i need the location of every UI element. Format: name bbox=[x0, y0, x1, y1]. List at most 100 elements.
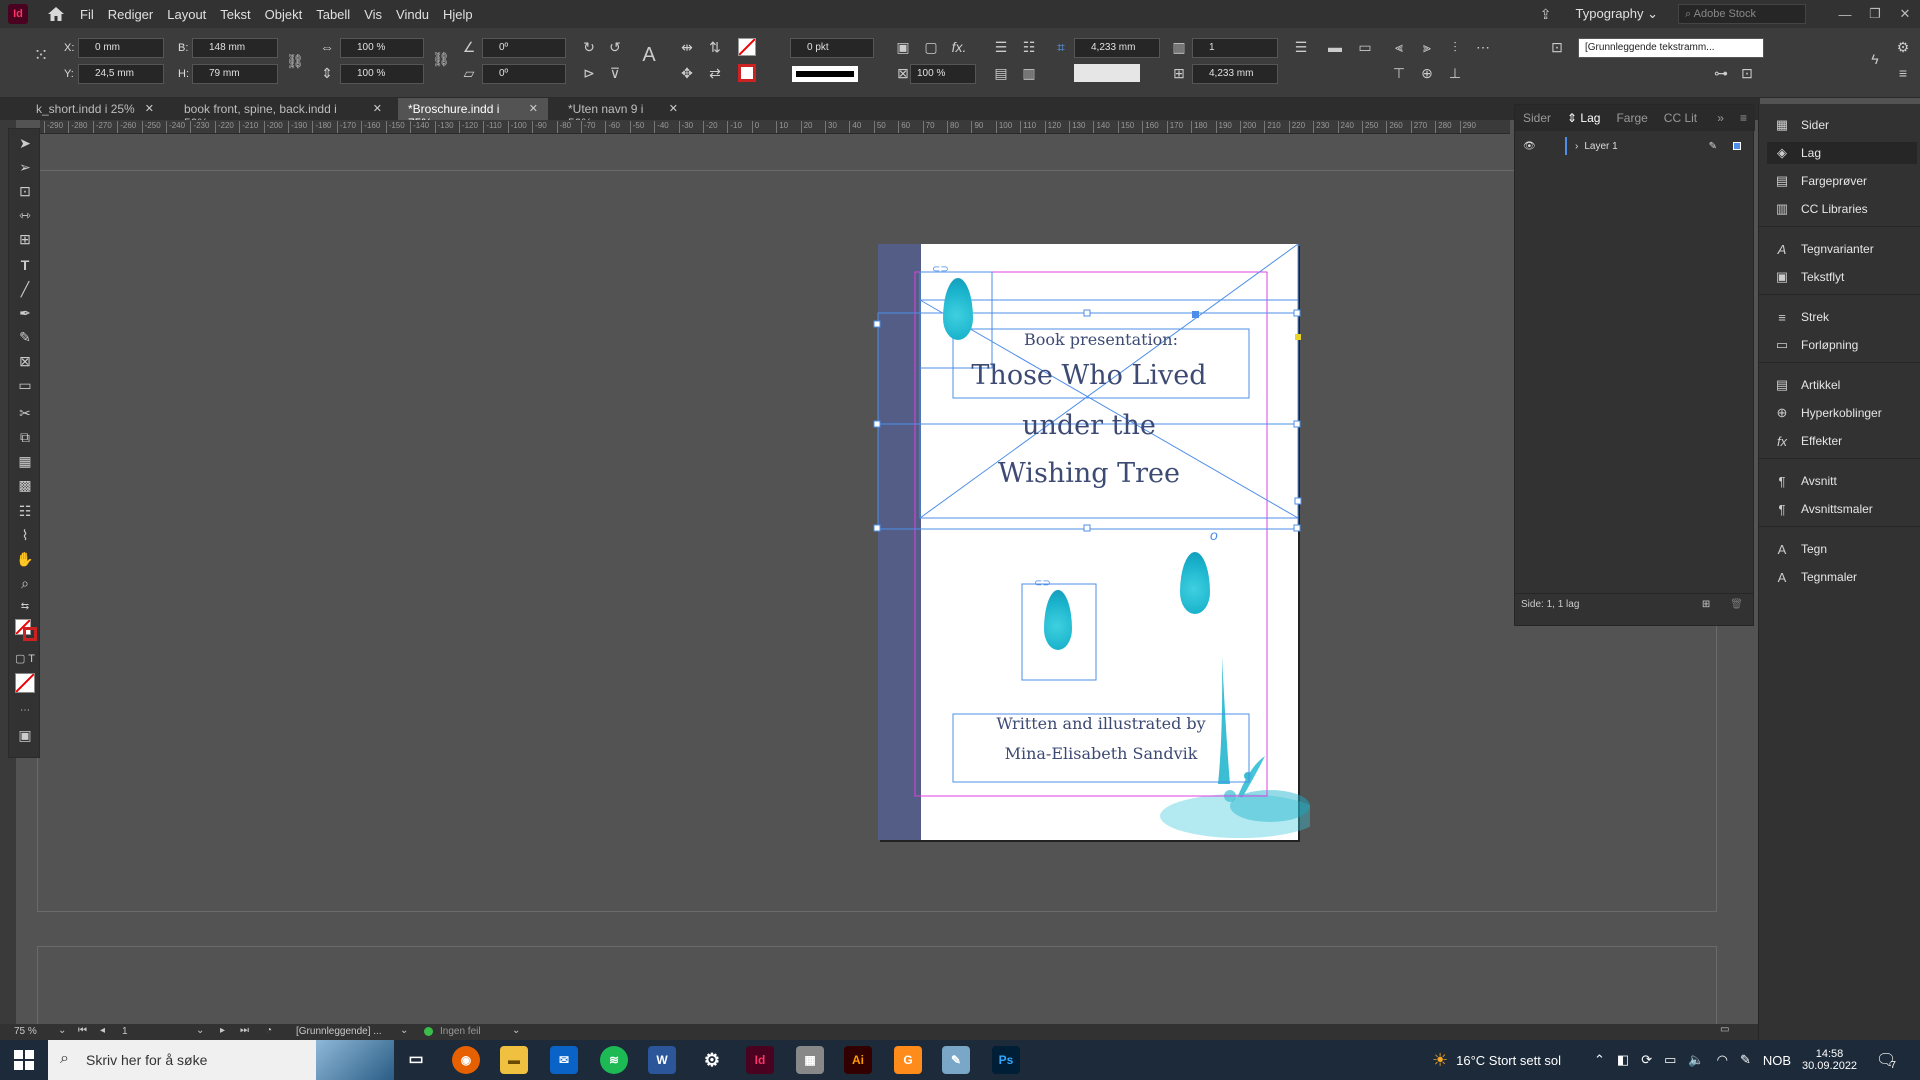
stroke-type-select[interactable] bbox=[792, 66, 858, 82]
dock-tegn[interactable]: A Tegn bbox=[1767, 538, 1917, 560]
gap-tool-icon[interactable]: ⇿ bbox=[15, 205, 35, 225]
chevron-down-icon[interactable]: ⌄ bbox=[400, 1025, 408, 1036]
align-v-centers-icon[interactable]: ⊕ bbox=[1418, 64, 1436, 82]
quick-apply-icon[interactable]: ⊶ bbox=[1712, 64, 1730, 82]
free-transform-tool-icon[interactable]: ⧉ bbox=[15, 427, 35, 447]
frame-fill-preview[interactable] bbox=[1074, 64, 1140, 82]
rectangle-tool-icon[interactable]: ▭ bbox=[15, 375, 35, 395]
fx-icon[interactable]: fx. bbox=[950, 38, 968, 56]
workspace-switcher[interactable]: Typography ⌄ bbox=[1576, 6, 1658, 22]
stroke-swatch[interactable] bbox=[738, 64, 756, 82]
chevron-down-icon[interactable]: ⌄ bbox=[58, 1025, 66, 1036]
gear-icon[interactable]: ⚙ bbox=[1894, 38, 1912, 56]
home-icon[interactable] bbox=[46, 4, 66, 24]
select-content-icon[interactable]: ⇄ bbox=[706, 64, 724, 82]
paint-icon[interactable]: ✎ bbox=[942, 1046, 970, 1074]
x-field[interactable]: 0 mm bbox=[78, 38, 164, 58]
tray-app-icon[interactable]: ◧ bbox=[1617, 1052, 1629, 1068]
menu-tabell[interactable]: Tabell bbox=[316, 7, 350, 22]
layer-row[interactable]: 👁 › Layer 1 ✎ bbox=[1515, 135, 1753, 157]
dock-hyperkoblinger[interactable]: ⊕ Hyperkoblinger bbox=[1767, 402, 1917, 424]
calculator-icon[interactable]: ▦ bbox=[796, 1046, 824, 1074]
height-field[interactable]: 79 mm bbox=[192, 64, 278, 84]
formatting-container-icon[interactable]: ▢ T bbox=[15, 649, 35, 669]
photoshop-icon[interactable]: Ps bbox=[992, 1046, 1020, 1074]
tab-uten-navn[interactable]: *Uten navn 9 i 50% ✕ bbox=[558, 98, 688, 130]
inset-field-1[interactable]: 4,233 mm bbox=[1074, 38, 1160, 58]
menu-layout[interactable]: Layout bbox=[167, 7, 206, 22]
scale-x-field[interactable]: 100 % bbox=[340, 38, 424, 58]
byline-line-2[interactable]: Mina-Elisabeth Sandvik bbox=[953, 744, 1249, 763]
byline-line-1[interactable]: Written and illustrated by bbox=[953, 714, 1249, 733]
chevron-down-icon[interactable]: ⌄ bbox=[196, 1025, 204, 1036]
gradient-swatch-tool-icon[interactable]: ▦ bbox=[15, 451, 35, 471]
rotate-cw-icon[interactable]: ↻ bbox=[580, 38, 598, 56]
apply-none-icon[interactable] bbox=[15, 673, 35, 693]
align-bottom-edges-icon[interactable]: ⊥ bbox=[1446, 64, 1464, 82]
title-line-3[interactable]: Wishing Tree bbox=[921, 458, 1257, 489]
title-line-2[interactable]: under the bbox=[921, 410, 1257, 441]
preflight-status[interactable]: Ingen feil bbox=[440, 1026, 481, 1037]
content-collector-icon[interactable]: ⊞ bbox=[15, 229, 35, 249]
flip-h-icon[interactable]: ⊳ bbox=[580, 64, 598, 82]
tab-broschure[interactable]: *Broschure.indd i 75% ✕ bbox=[398, 98, 548, 130]
screen-mode-dots-icon[interactable]: ⋯ bbox=[15, 701, 35, 721]
text-wrap-alt-icon[interactable]: ▥ bbox=[1020, 64, 1038, 82]
menu-fil[interactable]: Fil bbox=[80, 7, 94, 22]
chevron-right-icon[interactable]: › bbox=[1575, 141, 1578, 152]
direct-selection-tool-icon[interactable]: ➢ bbox=[15, 157, 35, 177]
rectangle-frame-tool-icon[interactable]: ⊠ bbox=[15, 351, 35, 371]
menu-hjelp[interactable]: Hjelp bbox=[443, 7, 473, 22]
maximize-icon[interactable]: ❐ bbox=[1860, 6, 1890, 22]
page-number-field[interactable]: 1 bbox=[122, 1026, 128, 1037]
settings-gear-icon[interactable]: ⚙ bbox=[698, 1046, 726, 1074]
tab-lag[interactable]: ⇕ Lag bbox=[1559, 111, 1608, 125]
adobe-stock-search[interactable]: ⌕ Adobe Stock bbox=[1678, 4, 1806, 24]
gradient-feather-tool-icon[interactable]: ▩ bbox=[15, 475, 35, 495]
split-view-icon[interactable]: ▭ bbox=[1720, 1024, 1729, 1035]
wifi-icon[interactable]: ◠ bbox=[1717, 1052, 1728, 1068]
stroke-top-icon[interactable]: ▬ bbox=[1326, 38, 1344, 56]
fill-stroke-swatch-icon[interactable] bbox=[15, 619, 37, 641]
stroke-weight-field[interactable]: 0 pkt bbox=[790, 38, 874, 58]
lightning-icon[interactable]: ϟ bbox=[1866, 50, 1884, 68]
dock-strek[interactable]: ≡ Strek bbox=[1767, 306, 1917, 328]
title-line-1[interactable]: Those Who Lived bbox=[921, 360, 1257, 391]
panel-menu-icon[interactable]: ≡ bbox=[1894, 64, 1912, 82]
chevron-down-icon[interactable]: ⌄ bbox=[512, 1025, 520, 1036]
list-icon[interactable]: ☰ bbox=[1292, 38, 1310, 56]
menu-tekst[interactable]: Tekst bbox=[220, 7, 250, 22]
zoom-tool-icon[interactable]: ⌕ bbox=[15, 573, 35, 593]
chevron-up-icon[interactable]: ⌃ bbox=[1594, 1052, 1605, 1068]
mail-icon[interactable]: ✉ bbox=[550, 1046, 578, 1074]
weather-widget[interactable]: ☀ 16°C Stort sett sol bbox=[1432, 1040, 1561, 1080]
dock-avsnittsmaler[interactable]: ¶ Avsnittsmaler bbox=[1767, 498, 1917, 520]
inset-field-2[interactable]: 4,233 mm bbox=[1192, 64, 1278, 84]
drop-shadow-icon[interactable]: ▣ bbox=[894, 38, 912, 56]
type-tool-icon[interactable]: T bbox=[15, 255, 35, 275]
illustrator-icon[interactable]: Ai bbox=[844, 1046, 872, 1074]
flip-horizontal-icon[interactable]: ⇹ bbox=[678, 38, 696, 56]
columns-field[interactable]: 1 bbox=[1192, 38, 1278, 58]
dock-effekter[interactable]: fx Effekter bbox=[1767, 430, 1917, 452]
stroke-mid-icon[interactable]: ▭ bbox=[1356, 38, 1374, 56]
constrain-proportions-icon[interactable]: ⛓ bbox=[286, 52, 304, 70]
dock-cc-libraries[interactable]: ▥ CC Libraries bbox=[1767, 198, 1917, 220]
default-colors-icon[interactable]: ⇆ bbox=[15, 597, 35, 617]
gadget-app-icon[interactable]: G bbox=[894, 1046, 922, 1074]
align-top-edges-icon[interactable]: ⊤ bbox=[1390, 64, 1408, 82]
shear-field[interactable]: 0º bbox=[482, 64, 566, 84]
scissors-tool-icon[interactable]: ✂ bbox=[15, 403, 35, 423]
align-h-centers-icon[interactable]: ⫸ bbox=[1418, 38, 1436, 56]
notification-center[interactable]: 🗨 7 bbox=[1876, 1040, 1896, 1080]
expand-panels-icon[interactable]: » bbox=[1709, 111, 1732, 125]
dock-tegnmaler[interactable]: A Tegnmaler bbox=[1767, 566, 1917, 588]
distribute-icon[interactable]: ⋯ bbox=[1474, 38, 1492, 56]
next-page-icon[interactable]: ▸ bbox=[220, 1025, 225, 1036]
close-icon[interactable]: ✕ bbox=[529, 102, 538, 116]
y-field[interactable]: 24,5 mm bbox=[78, 64, 164, 84]
pen-tool-icon[interactable]: ✒ bbox=[15, 303, 35, 323]
close-icon[interactable]: ✕ bbox=[1890, 6, 1920, 22]
windows-start-icon[interactable] bbox=[14, 1050, 34, 1070]
flip-vertical-icon[interactable]: ⇅ bbox=[706, 38, 724, 56]
